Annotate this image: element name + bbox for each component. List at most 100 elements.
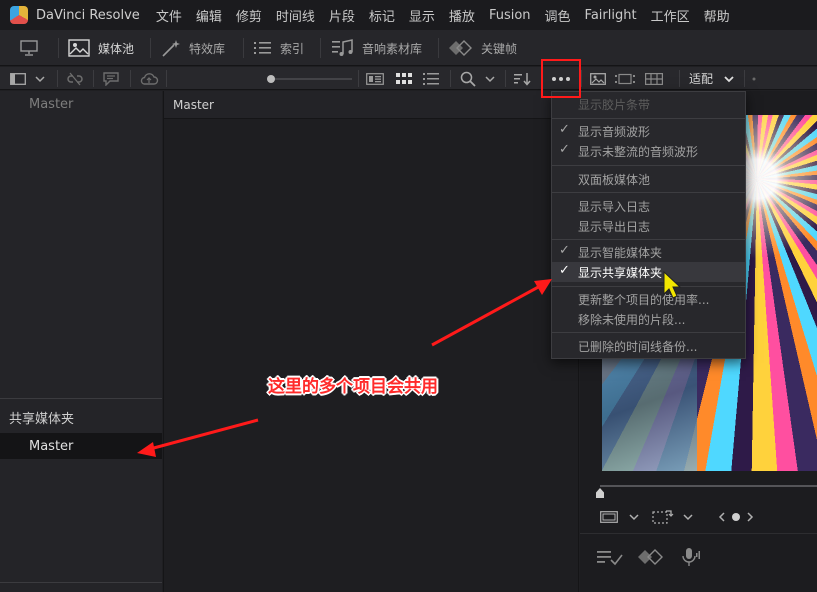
media-pool-button[interactable]: 媒体池 bbox=[68, 30, 134, 66]
clip-audio-dropdown[interactable] bbox=[652, 506, 694, 528]
filmstrip-button[interactable] bbox=[613, 67, 637, 90]
multi-view-button[interactable] bbox=[641, 67, 667, 90]
menu-item-show-shared-bins[interactable]: ✓ 显示共享媒体夹 bbox=[552, 262, 745, 282]
list-icon bbox=[254, 42, 271, 54]
menu-item-label: 双面板媒体池 bbox=[578, 172, 651, 187]
keyframes-label: 关键帧 bbox=[481, 41, 518, 56]
viewer-mode-dropdown[interactable] bbox=[600, 506, 640, 528]
shared-bin-master-label: Master bbox=[29, 438, 74, 454]
thumbnail-view-button[interactable] bbox=[391, 67, 417, 90]
bar-divider bbox=[581, 70, 582, 87]
frame-navigator[interactable] bbox=[717, 506, 755, 528]
menu-mark[interactable]: 标记 bbox=[369, 6, 395, 25]
checkmark-icon: ✓ bbox=[559, 122, 570, 137]
chevron-down-icon bbox=[629, 514, 639, 521]
checkmark-icon: ✓ bbox=[559, 142, 570, 157]
voiceover-button[interactable] bbox=[680, 546, 700, 568]
chevron-down-icon bbox=[35, 75, 45, 82]
chevron-down-icon bbox=[683, 514, 693, 521]
menu-item-label: 显示未整流的音频波形 bbox=[578, 144, 699, 159]
effects-label: 特效库 bbox=[189, 41, 226, 56]
monitor-icon bbox=[20, 40, 38, 56]
effects-library-button[interactable]: 特效库 bbox=[161, 30, 225, 66]
highlight-box bbox=[541, 59, 581, 98]
index-button[interactable]: 索引 bbox=[254, 30, 304, 66]
shared-bins-title: 共享媒体夹 bbox=[9, 412, 75, 427]
keyframe-view-button[interactable] bbox=[638, 546, 664, 568]
metadata-view-icon bbox=[366, 72, 384, 85]
viewer-image-button[interactable] bbox=[586, 67, 610, 90]
grid-icon bbox=[396, 72, 412, 84]
menu-timeline[interactable]: 时间线 bbox=[276, 6, 315, 25]
cloud-sync-button[interactable] bbox=[136, 67, 162, 90]
main-toolbar: 媒体池 特效库 索引 音响素材库 关键帧 bbox=[0, 30, 817, 66]
zoom-fit-dropdown[interactable]: 适配 bbox=[686, 67, 738, 90]
menu-item-show-audio-waveform[interactable]: ✓ 显示音频波形 bbox=[552, 121, 745, 141]
menu-item-dual-panel[interactable]: 双面板媒体池 bbox=[552, 169, 745, 189]
menu-item-remove-unused[interactable]: 移除未使用的片段... bbox=[552, 309, 745, 329]
menu-item-label: 显示智能媒体夹 bbox=[578, 245, 663, 260]
chevron-left-icon[interactable] bbox=[717, 511, 727, 523]
sort-button[interactable] bbox=[510, 67, 536, 90]
menu-separator bbox=[552, 286, 745, 287]
subtitle-button[interactable] bbox=[596, 546, 624, 568]
menu-item-deleted-timeline-backups[interactable]: 已删除的时间线备份... bbox=[552, 336, 745, 356]
menu-item-show-import-log[interactable]: 显示导入日志 bbox=[552, 196, 745, 216]
bar-divider bbox=[130, 70, 131, 87]
chevron-down-icon bbox=[485, 75, 495, 82]
menu-clip[interactable]: 片段 bbox=[329, 6, 355, 25]
app-title: DaVinci Resolve bbox=[36, 7, 140, 23]
cloud-icon bbox=[140, 72, 159, 85]
checkmark-icon: ✓ bbox=[559, 263, 570, 278]
panel-divider bbox=[580, 533, 817, 534]
metadata-view-button[interactable] bbox=[362, 67, 388, 90]
bar-divider bbox=[57, 70, 58, 87]
menu-item-show-unrectified-waveform[interactable]: ✓ 显示未整流的音频波形 bbox=[552, 141, 745, 161]
menu-trim[interactable]: 修剪 bbox=[236, 6, 262, 25]
menu-playback[interactable]: 播放 bbox=[449, 6, 475, 25]
menu-fairlight[interactable]: Fairlight bbox=[585, 8, 637, 23]
menu-file[interactable]: 文件 bbox=[156, 6, 182, 25]
slider-track-icon bbox=[267, 74, 352, 83]
menu-item-update-usage[interactable]: 更新整个项目的使用率... bbox=[552, 289, 745, 309]
menu-item-label: 显示导入日志 bbox=[578, 199, 651, 214]
bar-divider bbox=[450, 70, 451, 87]
list-view-button[interactable] bbox=[418, 67, 444, 90]
master-bin[interactable]: Master bbox=[29, 97, 73, 112]
search-button[interactable] bbox=[456, 67, 500, 90]
menu-separator bbox=[552, 118, 745, 119]
more-options-menu: 显示胶片条带 ✓ 显示音频波形 ✓ 显示未整流的音频波形 双面板媒体池 显示导入… bbox=[551, 91, 746, 359]
clip-frame-icon bbox=[600, 511, 618, 523]
menu-color[interactable]: 调色 bbox=[545, 6, 571, 25]
microphone-icon bbox=[682, 548, 700, 566]
comment-button[interactable] bbox=[98, 67, 124, 90]
sound-library-label: 音响素材库 bbox=[362, 41, 423, 56]
fit-label: 适配 bbox=[688, 72, 713, 86]
menu-view[interactable]: 显示 bbox=[409, 6, 435, 25]
shared-bin-master[interactable]: Master bbox=[0, 433, 162, 459]
dot-icon bbox=[732, 513, 740, 521]
monitor-toggle-button[interactable] bbox=[20, 30, 38, 66]
menu-item-show-smart-bins[interactable]: ✓ 显示智能媒体夹 bbox=[552, 242, 745, 262]
link-button[interactable] bbox=[62, 67, 88, 90]
menu-item-label: 更新整个项目的使用率... bbox=[578, 292, 710, 307]
filmstrip-icon bbox=[615, 73, 635, 84]
annotation-text: 这里的多个项目会共用 bbox=[268, 377, 438, 397]
toolbar-divider bbox=[320, 38, 321, 58]
menu-help[interactable]: 帮助 bbox=[704, 6, 730, 25]
sound-library-button[interactable]: 音响素材库 bbox=[332, 30, 422, 66]
thumbnail-size-slider[interactable] bbox=[262, 67, 356, 90]
menu-item-show-export-log[interactable]: 显示导出日志 bbox=[552, 216, 745, 236]
media-pool-icon bbox=[68, 39, 90, 57]
menu-workspace[interactable]: 工作区 bbox=[651, 6, 690, 25]
menu-separator bbox=[552, 192, 745, 193]
keyframes-button[interactable]: 关键帧 bbox=[449, 30, 517, 66]
viewer-scrubber[interactable] bbox=[600, 485, 817, 487]
media-pool-label: 媒体池 bbox=[98, 41, 135, 56]
chevron-right-icon[interactable] bbox=[745, 511, 755, 523]
panel-layout-button[interactable] bbox=[8, 67, 48, 90]
music-note-icon bbox=[332, 39, 353, 56]
menu-edit[interactable]: 编辑 bbox=[196, 6, 222, 25]
menu-fusion[interactable]: Fusion bbox=[489, 8, 531, 23]
bar-divider bbox=[358, 70, 359, 87]
